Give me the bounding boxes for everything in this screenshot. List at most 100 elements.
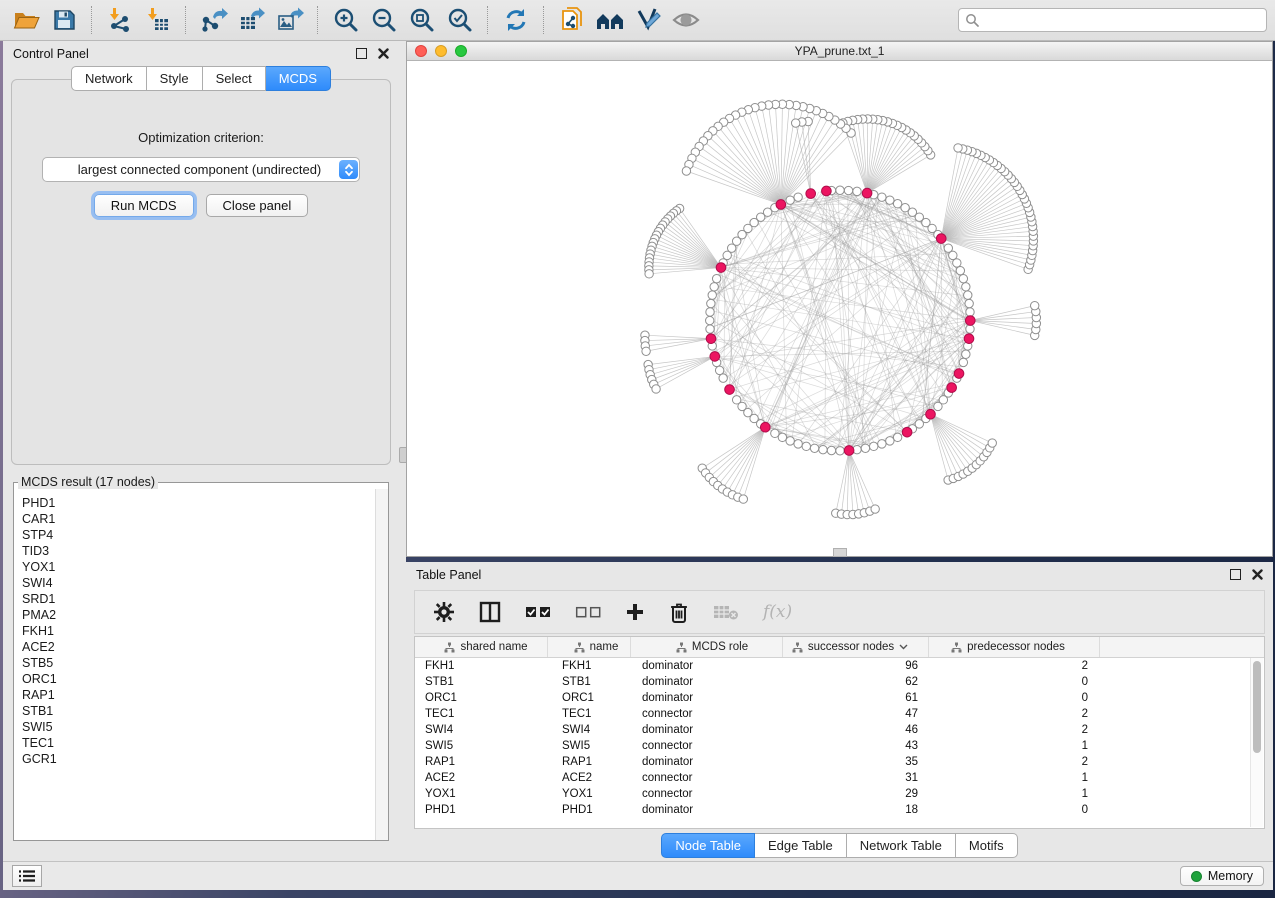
new-network-from-selection-button[interactable] — [554, 4, 590, 36]
export-image-button[interactable] — [272, 4, 308, 36]
cell-shared-name[interactable]: YOX1 — [415, 786, 548, 802]
mcds-hub-node[interactable] — [706, 334, 716, 344]
cell-MCDS-role[interactable]: dominator — [631, 690, 783, 706]
ring-node[interactable] — [710, 283, 718, 291]
cell-shared-name[interactable]: TEC1 — [415, 706, 548, 722]
table-row[interactable]: RAP1RAP1dominator352 — [415, 754, 1264, 770]
float-panel-icon[interactable] — [1230, 569, 1241, 580]
column-header-name[interactable]: name — [548, 637, 631, 657]
ring-node[interactable] — [708, 291, 716, 299]
close-panel-icon[interactable] — [378, 48, 389, 59]
leaf-node[interactable] — [871, 505, 879, 513]
mcds-hub-node[interactable] — [947, 383, 957, 393]
ring-node[interactable] — [966, 308, 974, 316]
ring-node[interactable] — [962, 283, 970, 291]
mcds-hub-node[interactable] — [926, 409, 936, 419]
leaf-node[interactable] — [645, 270, 653, 278]
ring-node[interactable] — [964, 291, 972, 299]
ring-node[interactable] — [962, 350, 970, 358]
table-row[interactable]: ORC1ORC1dominator610 — [415, 690, 1264, 706]
mcds-hub-node[interactable] — [964, 334, 974, 344]
cell-successor-nodes[interactable]: 18 — [783, 802, 929, 818]
ring-node[interactable] — [819, 445, 827, 453]
cell-name[interactable]: PHD1 — [548, 802, 631, 818]
cell-predecessor-nodes[interactable]: 2 — [929, 706, 1100, 722]
tab-select[interactable]: Select — [203, 66, 266, 91]
cell-name[interactable]: ORC1 — [548, 690, 631, 706]
zoom-in-button[interactable] — [328, 4, 364, 36]
ring-node[interactable] — [836, 447, 844, 455]
cell-successor-nodes[interactable]: 31 — [783, 770, 929, 786]
ring-node[interactable] — [959, 358, 967, 366]
ring-node[interactable] — [794, 440, 802, 448]
ring-node[interactable] — [706, 316, 714, 324]
import-table-button[interactable] — [140, 4, 176, 36]
cell-predecessor-nodes[interactable]: 2 — [929, 754, 1100, 770]
mcds-result-list[interactable]: PHD1CAR1STP4TID3YOX1SWI4SRD1PMA2FKH1ACE2… — [14, 491, 376, 840]
table-row[interactable]: YOX1YOX1connector291 — [415, 786, 1264, 802]
tab-edge-table[interactable]: Edge Table — [755, 833, 847, 858]
mcds-result-item[interactable]: CAR1 — [22, 511, 376, 527]
cell-shared-name[interactable]: PHD1 — [415, 802, 548, 818]
tab-network[interactable]: Network — [71, 66, 147, 91]
save-button[interactable] — [46, 4, 82, 36]
open-file-button[interactable] — [8, 4, 44, 36]
leaf-node[interactable] — [652, 385, 660, 393]
cell-successor-nodes[interactable]: 29 — [783, 786, 929, 802]
mcds-result-item[interactable]: ORC1 — [22, 671, 376, 687]
leaf-node[interactable] — [739, 495, 747, 503]
table-row[interactable]: PHD1PHD1dominator180 — [415, 802, 1264, 818]
cell-MCDS-role[interactable]: dominator — [631, 754, 783, 770]
cell-name[interactable]: SWI4 — [548, 722, 631, 738]
cell-MCDS-role[interactable]: dominator — [631, 722, 783, 738]
export-network-button[interactable] — [196, 4, 232, 36]
cell-name[interactable]: RAP1 — [548, 754, 631, 770]
cell-predecessor-nodes[interactable]: 1 — [929, 786, 1100, 802]
leaf-node[interactable] — [682, 167, 690, 175]
mcds-result-item[interactable]: ACE2 — [22, 639, 376, 655]
task-history-button[interactable] — [12, 865, 42, 887]
cell-name[interactable]: SWI5 — [548, 738, 631, 754]
ring-node[interactable] — [886, 196, 894, 204]
mcds-result-item[interactable]: GCR1 — [22, 751, 376, 767]
search-input[interactable] — [983, 12, 1260, 28]
import-network-button[interactable] — [102, 4, 138, 36]
ring-node[interactable] — [844, 186, 852, 194]
cell-shared-name[interactable]: ACE2 — [415, 770, 548, 786]
zoom-selected-button[interactable] — [442, 4, 478, 36]
mcds-hub-node[interactable] — [725, 385, 735, 395]
cell-successor-nodes[interactable]: 62 — [783, 674, 929, 690]
cell-predecessor-nodes[interactable]: 1 — [929, 738, 1100, 754]
cell-MCDS-role[interactable]: connector — [631, 738, 783, 754]
mcds-result-item[interactable]: PHD1 — [22, 495, 376, 511]
ring-node[interactable] — [966, 325, 974, 333]
mcds-result-item[interactable]: FKH1 — [22, 623, 376, 639]
cell-MCDS-role[interactable]: dominator — [631, 674, 783, 690]
close-panel-icon[interactable] — [1252, 569, 1263, 580]
mcds-hub-node[interactable] — [862, 188, 872, 198]
ring-node[interactable] — [706, 308, 714, 316]
tab-node-table[interactable]: Node Table — [661, 833, 755, 858]
cell-successor-nodes[interactable]: 43 — [783, 738, 929, 754]
cell-predecessor-nodes[interactable]: 0 — [929, 690, 1100, 706]
cell-predecessor-nodes[interactable]: 2 — [929, 722, 1100, 738]
apply-layout-button[interactable] — [498, 4, 534, 36]
memory-button[interactable]: Memory — [1180, 866, 1264, 886]
column-header-predecessor-nodes[interactable]: predecessor nodes — [929, 637, 1100, 657]
mcds-result-item[interactable]: RAP1 — [22, 687, 376, 703]
add-column-button[interactable] — [625, 602, 645, 622]
mcds-result-item[interactable]: STP4 — [22, 527, 376, 543]
cell-MCDS-role[interactable]: dominator — [631, 802, 783, 818]
tab-motifs[interactable]: Motifs — [956, 833, 1018, 858]
cell-successor-nodes[interactable]: 61 — [783, 690, 929, 706]
leaf-node[interactable] — [988, 439, 996, 447]
ring-node[interactable] — [944, 244, 952, 252]
table-settings-button[interactable] — [433, 601, 455, 623]
cell-name[interactable]: STB1 — [548, 674, 631, 690]
mcds-result-item[interactable]: SRD1 — [22, 591, 376, 607]
ring-node[interactable] — [861, 444, 869, 452]
ring-node[interactable] — [836, 186, 844, 194]
ring-node[interactable] — [719, 374, 727, 382]
tab-style[interactable]: Style — [147, 66, 203, 91]
run-mcds-button[interactable]: Run MCDS — [94, 194, 194, 217]
